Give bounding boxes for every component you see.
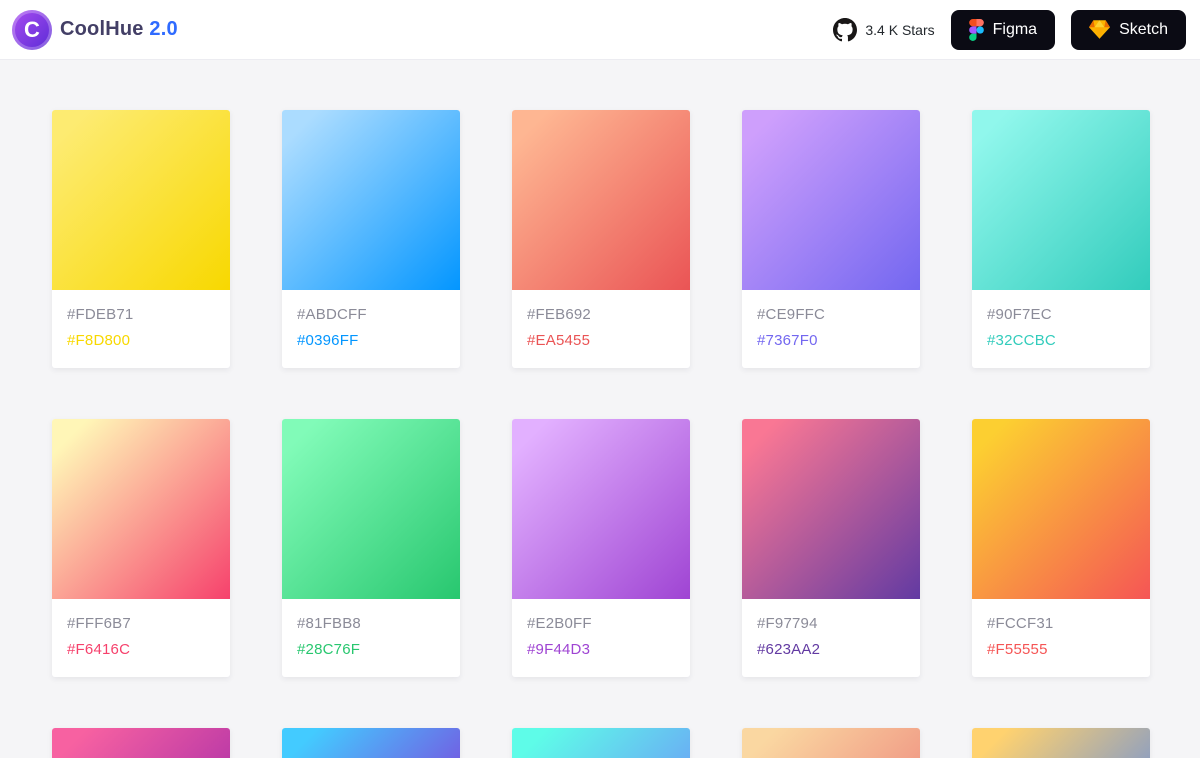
gradient-swatch[interactable] (512, 110, 690, 290)
header-actions: 3.4 K Stars Figma Sketch (833, 9, 1186, 50)
gradient-card[interactable]: #FCCF31 #F55555 (972, 419, 1150, 677)
github-icon (833, 17, 858, 41)
gradient-swatch[interactable] (742, 419, 920, 599)
figma-button[interactable]: Figma (950, 9, 1056, 50)
gradient-card[interactable]: #FAD7A1 #E96D71 (742, 728, 920, 758)
github-stars-label: 3.4 K Stars (865, 21, 935, 38)
hex-end: #9F44D3 (527, 641, 591, 658)
gradient-swatch[interactable] (972, 419, 1150, 599)
gradient-card[interactable]: #81FBB8 #28C76F (282, 419, 460, 677)
hex-start: #F97794 (757, 615, 818, 632)
figma-button-label: Figma (992, 20, 1038, 38)
gradient-grid: #FDEB71 #F8D800 #ABDCFF #0396FF #FEB692 … (0, 60, 1200, 758)
card-info: #FEB692 #EA5455 (512, 290, 690, 368)
header: C CoolHue 2.0 3.4 K Stars Figma Sketch (0, 0, 1200, 60)
brand[interactable]: C CoolHue 2.0 (12, 9, 178, 50)
card-info: #FDEB71 #F8D800 (52, 290, 230, 368)
gradient-card[interactable]: #43CBFF #9708CC (282, 728, 460, 758)
hex-end: #F6416C (67, 641, 131, 658)
card-info: #F97794 #623AA2 (742, 599, 920, 677)
gradient-swatch[interactable] (52, 728, 230, 758)
hex-end: #623AA2 (757, 641, 821, 658)
github-stars-link[interactable]: 3.4 K Stars (833, 17, 935, 42)
hex-end: #7367F0 (757, 332, 818, 349)
hex-start: #FFF6B7 (67, 615, 131, 632)
card-info: #CE9FFC #7367F0 (742, 290, 920, 368)
card-info: #FCCF31 #F55555 (972, 599, 1150, 677)
card-info: #81FBB8 #28C76F (282, 599, 460, 677)
gradient-card[interactable]: #FFF6B7 #F6416C (52, 419, 230, 677)
gradient-swatch[interactable] (282, 419, 460, 599)
card-info: #90F7EC #32CCBC (972, 290, 1150, 368)
gradient-card[interactable]: #ABDCFF #0396FF (282, 110, 460, 368)
gradient-swatch[interactable] (512, 728, 690, 758)
gradient-card[interactable]: #F761A1 #8C1BAB (52, 728, 230, 758)
hex-start: #FDEB71 (67, 306, 134, 323)
page-title: CoolHue 2.0 (60, 18, 178, 41)
hex-start: #FCCF31 (987, 615, 1054, 632)
gradient-card[interactable]: #E2B0FF #9F44D3 (512, 419, 690, 677)
hex-start: #90F7EC (987, 306, 1052, 323)
coolhue-logo-icon: C (12, 9, 52, 50)
hex-end: #28C76F (297, 641, 361, 658)
gradient-card[interactable]: #FFD26F #3677FF (972, 728, 1150, 758)
gradient-card[interactable]: #CE9FFC #7367F0 (742, 110, 920, 368)
gradient-swatch[interactable] (972, 110, 1150, 290)
hex-start: #ABDCFF (297, 306, 367, 323)
hex-end: #EA5455 (527, 332, 591, 349)
gradient-swatch[interactable] (282, 728, 460, 758)
card-info: #FFF6B7 #F6416C (52, 599, 230, 677)
gradient-swatch[interactable] (282, 110, 460, 290)
sketch-button-label: Sketch (1119, 20, 1168, 38)
gradient-card[interactable]: #F97794 #623AA2 (742, 419, 920, 677)
gradient-swatch[interactable] (742, 110, 920, 290)
hex-end: #0396FF (297, 332, 359, 349)
brand-name: CoolHue (60, 18, 144, 40)
figma-icon (968, 18, 984, 41)
hex-start: #FEB692 (527, 306, 591, 323)
hex-end: #F8D800 (67, 332, 131, 349)
hex-end: #F55555 (987, 641, 1048, 658)
sketch-icon (1089, 20, 1111, 39)
gradient-swatch[interactable] (52, 110, 230, 290)
gradient-card[interactable]: #5EFCE8 #736EFE (512, 728, 690, 758)
brand-version: 2.0 (149, 18, 178, 40)
sketch-button[interactable]: Sketch (1071, 9, 1186, 50)
hex-start: #E2B0FF (527, 615, 592, 632)
gradient-card[interactable]: #FDEB71 #F8D800 (52, 110, 230, 368)
gradient-swatch[interactable] (52, 419, 230, 599)
hex-end: #32CCBC (987, 332, 1056, 349)
card-info: #E2B0FF #9F44D3 (512, 599, 690, 677)
card-info: #ABDCFF #0396FF (282, 290, 460, 368)
gradient-swatch[interactable] (512, 419, 690, 599)
gradient-card[interactable]: #FEB692 #EA5455 (512, 110, 690, 368)
gradient-swatch[interactable] (972, 728, 1150, 758)
gradient-card[interactable]: #90F7EC #32CCBC (972, 110, 1150, 368)
hex-start: #81FBB8 (297, 615, 361, 632)
gradient-swatch[interactable] (742, 728, 920, 758)
hex-start: #CE9FFC (757, 306, 826, 323)
